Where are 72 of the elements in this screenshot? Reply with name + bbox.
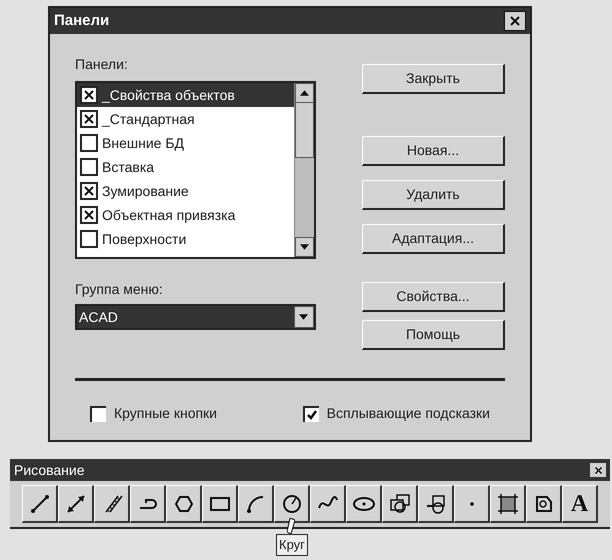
item-label: _Стандартная [102, 110, 195, 129]
list-item[interactable]: _Стандартная [77, 107, 294, 131]
list-item[interactable]: Вставка [77, 155, 294, 179]
cross-icon [83, 185, 95, 197]
checkbox[interactable] [80, 134, 98, 152]
menu-group-dropdown[interactable]: ACAD [75, 304, 316, 330]
down-arrow-icon [300, 244, 309, 250]
toolbar-button[interactable] [310, 485, 346, 523]
down-arrow-icon [299, 314, 308, 320]
close-button[interactable] [504, 11, 526, 31]
checkbox[interactable] [80, 110, 98, 128]
checkbox[interactable] [80, 230, 98, 248]
toolbar-button[interactable] [94, 485, 130, 523]
checkbox-label: Всплывающие подсказки [326, 404, 490, 423]
close-button[interactable] [590, 463, 606, 477]
checkbox[interactable] [80, 86, 98, 104]
toolbar-button[interactable] [166, 485, 202, 523]
cross-icon [83, 209, 95, 221]
dialog-button[interactable]: Адаптация... [362, 224, 505, 254]
toolbar-button[interactable]: A [562, 485, 598, 523]
up-arrow-icon [300, 90, 309, 96]
dialog-button[interactable]: Удалить [362, 180, 505, 210]
scrollbar[interactable] [294, 83, 314, 257]
item-label: _Свойства объектов [102, 86, 235, 105]
shapes-icon [388, 492, 412, 516]
toolbar-button[interactable] [418, 485, 454, 523]
list-item[interactable]: Зумирование [77, 179, 294, 203]
toolbar-button[interactable] [346, 485, 382, 523]
checkbox[interactable] [80, 206, 98, 224]
cross-icon [83, 113, 95, 125]
toolbar-button[interactable] [58, 485, 94, 523]
checkbox[interactable] [302, 406, 319, 422]
scroll-thumb[interactable] [294, 102, 314, 158]
item-label: Объектная привязка [102, 206, 236, 225]
list-item[interactable]: _Свойства объектов [77, 83, 294, 107]
item-label: Зумирование [102, 182, 189, 201]
cross-icon [83, 89, 95, 101]
toolbar-button[interactable] [454, 485, 490, 523]
point-icon [470, 502, 474, 506]
toolbar-button[interactable] [490, 485, 526, 523]
field-label: Панели: [75, 55, 129, 74]
close-icon [594, 466, 602, 474]
dialog-button[interactable]: Закрыть [362, 64, 505, 94]
scroll-up-button[interactable] [294, 83, 314, 103]
item-label: Внешние БД [102, 134, 184, 153]
toolbar-button[interactable] [22, 485, 58, 523]
hatch-icon [496, 492, 520, 516]
toolbar-button[interactable] [130, 485, 166, 523]
window-title: Панели [54, 10, 110, 31]
dialog-button[interactable]: Свойства... [362, 282, 505, 312]
toolbar-button[interactable] [526, 485, 562, 523]
toolbar-button[interactable] [238, 485, 274, 523]
checkbox[interactable] [80, 158, 98, 176]
list-item[interactable]: Объектная привязка [77, 203, 294, 227]
toolbar-button[interactable] [382, 485, 418, 523]
list-item[interactable]: Поверхности [77, 227, 294, 251]
checkbox[interactable] [80, 182, 98, 200]
toolbar-title: Рисование [14, 460, 85, 480]
checkbox-label: Крупные кнопки [114, 404, 218, 423]
dialog-button[interactable]: Помощь [362, 320, 505, 350]
dialog-button[interactable]: Новая... [362, 136, 505, 166]
field-label: Группа меню: [75, 280, 164, 299]
item-label: Вставка [102, 158, 154, 176]
close-icon [509, 15, 521, 27]
pointer-icon [287, 518, 295, 534]
toolbar-button[interactable] [202, 485, 238, 523]
scroll-down-button[interactable] [294, 237, 314, 257]
tooltip: Круг [276, 534, 308, 556]
item-label: Поверхности [102, 230, 186, 249]
text-tool-glyph: A [570, 492, 588, 516]
list-item[interactable]: Внешние БД [77, 131, 294, 155]
checkbox[interactable] [90, 406, 106, 422]
